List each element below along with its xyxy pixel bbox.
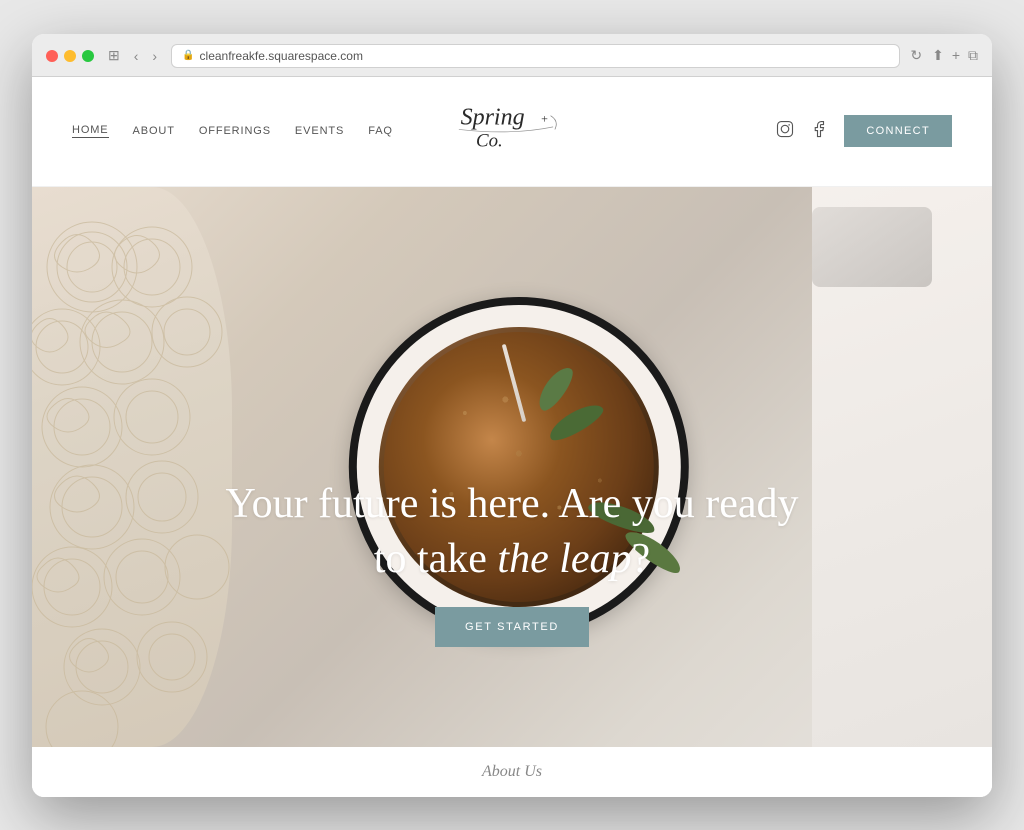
nav-faq[interactable]: FAQ: [368, 125, 393, 137]
sidebar-toggle[interactable]: ⊞: [104, 45, 124, 66]
lock-icon: 🔒: [182, 50, 194, 61]
browser-window: ⊞ ‹ › 🔒 cleanfreakfe.squarespace.com ↻ ⬆…: [32, 34, 992, 797]
hero-headline: Your future is here. Are you ready to ta…: [32, 477, 992, 586]
nav-events[interactable]: EVENTS: [295, 125, 344, 137]
close-button[interactable]: [46, 50, 58, 62]
url-text: cleanfreakfe.squarespace.com: [200, 49, 363, 63]
hero-content: Your future is here. Are you ready to ta…: [32, 477, 992, 646]
browser-chrome: ⊞ ‹ › 🔒 cleanfreakfe.squarespace.com ↻ ⬆…: [32, 34, 992, 77]
address-bar[interactable]: 🔒 cleanfreakfe.squarespace.com: [171, 44, 900, 68]
traffic-lights: [46, 50, 94, 62]
reload-button[interactable]: ↻: [910, 47, 922, 64]
marble-decoration: [812, 207, 932, 287]
share-icon[interactable]: ⬆: [932, 47, 944, 64]
hero-section: Your future is here. Are you ready to ta…: [32, 187, 992, 747]
nav-home[interactable]: HOME: [72, 124, 109, 138]
website: HOME ABOUT OFFERINGS EVENTS FAQ Spring +…: [32, 77, 992, 797]
minimize-button[interactable]: [64, 50, 76, 62]
svg-text:+: +: [541, 111, 548, 125]
new-tab-icon[interactable]: +: [952, 47, 960, 64]
maximize-button[interactable]: [82, 50, 94, 62]
nav-right: CONNeCT: [776, 115, 952, 147]
duplicate-icon[interactable]: ⧉: [968, 47, 978, 64]
about-teaser: About Us: [32, 747, 992, 797]
svg-text:Co.: Co.: [476, 130, 503, 151]
site-logo: Spring + Co.: [452, 94, 572, 169]
quilt-pattern-svg: [32, 187, 232, 747]
nav-offerings[interactable]: OFFERINGS: [199, 125, 271, 137]
svg-text:Spring: Spring: [461, 104, 525, 130]
connect-button[interactable]: CONNeCT: [844, 115, 952, 147]
browser-actions: ⬆ + ⧉: [932, 47, 978, 64]
browser-controls: ⊞ ‹ ›: [104, 45, 161, 66]
site-header: HOME ABOUT OFFERINGS EVENTS FAQ Spring +…: [32, 77, 992, 187]
forward-button[interactable]: ›: [148, 46, 161, 66]
get-started-button[interactable]: GET STARTED: [435, 607, 589, 647]
main-nav: HOME ABOUT OFFERINGS EVENTS FAQ: [72, 124, 393, 138]
nav-about[interactable]: ABOUT: [133, 125, 175, 137]
back-button[interactable]: ‹: [130, 46, 143, 66]
instagram-icon[interactable]: [776, 120, 794, 143]
hero-scene: [32, 187, 992, 747]
quilt-left: [32, 187, 232, 747]
logo-svg: Spring + Co.: [452, 94, 572, 164]
about-teaser-text: About Us: [48, 763, 976, 781]
facebook-icon[interactable]: [810, 120, 828, 143]
